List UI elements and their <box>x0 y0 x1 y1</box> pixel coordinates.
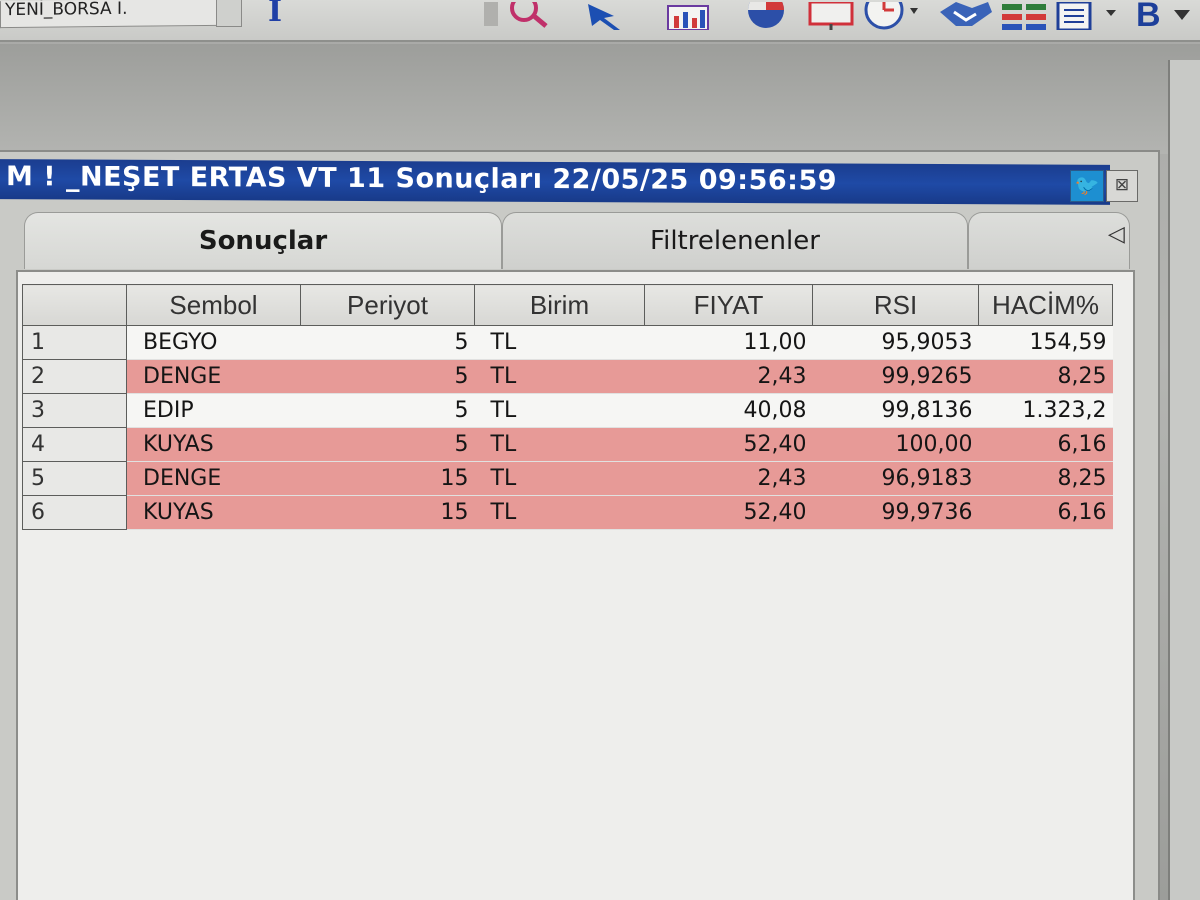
row-number-header <box>22 284 127 326</box>
rsi-cell: 99,9265 <box>812 359 979 394</box>
volume-cell: 6,16 <box>978 427 1113 462</box>
tab-scroll-left-icon[interactable]: ◁ <box>1108 222 1125 247</box>
results-table: Sembol Periyot Birim FIYAT RSI HACİM% 1 … <box>22 284 1113 530</box>
pointer-icon[interactable] <box>584 2 634 30</box>
table-row[interactable]: 5 DENGE 15 TL 2,43 96,9183 8,25 <box>22 461 1113 496</box>
unit-cell: TL <box>474 495 645 530</box>
symbol-cell: KUYAS <box>126 427 301 462</box>
twitter-icon[interactable]: 🐦 <box>1070 170 1104 202</box>
volume-cell: 8,25 <box>978 359 1113 394</box>
table-row[interactable]: 3 EDIP 5 TL 40,08 99,8136 1.323,2 <box>22 393 1113 428</box>
table-row[interactable]: 2 DENGE 5 TL 2,43 99,9265 8,25 <box>22 359 1113 394</box>
unit-cell: TL <box>474 427 645 462</box>
symbol-cell: DENGE <box>126 359 301 394</box>
price-cell: 52,40 <box>644 495 813 530</box>
mdi-right-edge <box>1168 60 1200 900</box>
price-cell: 40,08 <box>644 393 813 428</box>
results-window: M ! _NEŞET ERTAS VT 11 Sonuçları 22/05/2… <box>0 150 1160 900</box>
column-header-periyot[interactable]: Periyot <box>300 284 475 326</box>
market-combo[interactable]: YENİ_BORSA I. <box>0 0 218 29</box>
column-header-fiyat[interactable]: FIYAT <box>644 284 813 326</box>
main-toolbar: YENİ_BORSA I. I B <box>0 0 1200 42</box>
period-cell: 5 <box>300 325 475 360</box>
titlebar-buttons: 🐦 ⊠ <box>1066 170 1142 202</box>
rsi-cell: 96,9183 <box>812 461 979 496</box>
mdi-background <box>0 44 1200 154</box>
period-cell: 15 <box>300 495 475 530</box>
rsi-cell: 99,9736 <box>812 495 979 530</box>
unit-cell: TL <box>474 325 645 360</box>
price-cell: 2,43 <box>644 359 813 394</box>
bar-chart-icon[interactable] <box>664 2 714 30</box>
monitor-icon[interactable] <box>806 2 856 30</box>
row-number: 3 <box>22 393 127 428</box>
unit-cell: TL <box>474 393 645 428</box>
symbol-cell: DENGE <box>126 461 301 496</box>
price-cell: 2,43 <box>644 461 813 496</box>
row-number: 6 <box>22 495 127 530</box>
list-colors-icon[interactable] <box>1000 2 1050 30</box>
row-number: 1 <box>22 325 127 360</box>
dropdown-arrow-icon[interactable] <box>1170 2 1194 30</box>
rsi-cell: 99,8136 <box>812 393 979 428</box>
period-cell: 15 <box>300 461 475 496</box>
rsi-cell: 100,00 <box>812 427 979 462</box>
row-number: 2 <box>22 359 127 394</box>
window-titlebar[interactable]: M ! _NEŞET ERTAS VT 11 Sonuçları 22/05/2… <box>0 159 1110 205</box>
table-row[interactable]: 1 BEGYO 5 TL 11,00 95,9053 154,59 <box>22 325 1113 360</box>
screen: YENİ_BORSA I. I B M ! _NEŞET ERTAS VT 11… <box>0 0 1200 900</box>
table-row[interactable]: 6 KUYAS 15 TL 52,40 99,9736 6,16 <box>22 495 1113 530</box>
text-tool-button[interactable]: I <box>268 0 282 29</box>
report-icon[interactable] <box>1054 2 1124 30</box>
pie-chart-icon[interactable] <box>738 2 798 30</box>
unit-cell: TL <box>474 359 645 394</box>
table-row[interactable]: 4 KUYAS 5 TL 52,40 100,00 6,16 <box>22 427 1113 462</box>
column-header-rsi[interactable]: RSI <box>812 284 979 326</box>
symbol-cell: BEGYO <box>126 325 301 360</box>
handshake-icon[interactable] <box>936 2 996 30</box>
row-number: 5 <box>22 461 127 496</box>
tab-extra[interactable] <box>968 212 1130 269</box>
results-grid: Sembol Periyot Birim FIYAT RSI HACİM% 1 … <box>16 270 1135 900</box>
unit-cell: TL <box>474 461 645 496</box>
column-header-hacim[interactable]: HACİM% <box>978 284 1113 326</box>
table-body: 1 BEGYO 5 TL 11,00 95,9053 154,59 2 DENG… <box>22 325 1113 530</box>
volume-cell: 6,16 <box>978 495 1113 530</box>
rsi-cell: 95,9053 <box>812 325 979 360</box>
volume-cell: 1.323,2 <box>978 393 1113 428</box>
symbol-cell: KUYAS <box>126 495 301 530</box>
combo-dropdown-button[interactable] <box>216 0 242 27</box>
window-title: M ! _NEŞET ERTAS VT 11 Sonuçları 22/05/2… <box>6 161 838 197</box>
bold-tool-button[interactable]: B <box>1136 0 1161 35</box>
search-icon[interactable] <box>484 2 556 30</box>
period-cell: 5 <box>300 359 475 394</box>
tab-filtrelenenler[interactable]: Filtrelenenler <box>502 212 968 269</box>
row-number: 4 <box>22 427 127 462</box>
column-header-birim[interactable]: Birim <box>474 284 645 326</box>
close-button[interactable]: ⊠ <box>1106 170 1138 202</box>
volume-cell: 154,59 <box>978 325 1113 360</box>
period-cell: 5 <box>300 393 475 428</box>
symbol-cell: EDIP <box>126 393 301 428</box>
period-cell: 5 <box>300 427 475 462</box>
table-header-row: Sembol Periyot Birim FIYAT RSI HACİM% <box>22 284 1113 326</box>
tab-sonuclar[interactable]: Sonuçlar <box>24 212 502 269</box>
tab-bar: Sonuçlar Filtrelenenler ◁ <box>18 206 1133 270</box>
volume-cell: 8,25 <box>978 461 1113 496</box>
clock-icon[interactable] <box>862 2 922 30</box>
column-header-sembol[interactable]: Sembol <box>126 284 301 326</box>
price-cell: 52,40 <box>644 427 813 462</box>
price-cell: 11,00 <box>644 325 813 360</box>
